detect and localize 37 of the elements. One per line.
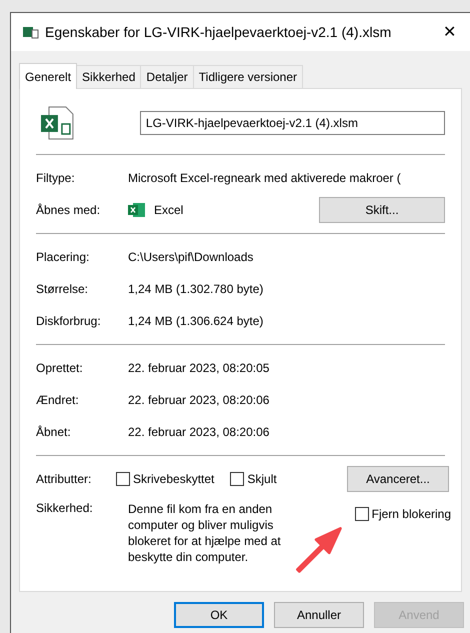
dialog-button[interactable]: Annuller — [274, 602, 364, 628]
file-name-field[interactable]: LG-VIRK-hjaelpevaerktoej-v2.1 (4).xlsm — [140, 111, 445, 135]
field-value: C:\Users\pif\Downloads — [128, 250, 254, 264]
field-value: 1,24 MB (1.306.624 byte) — [128, 314, 264, 328]
checkbox[interactable] — [230, 472, 244, 486]
field-label: Åbnet: — [36, 425, 72, 439]
field-label: Åbnes med: — [36, 203, 102, 217]
checkbox-label: Skrivebeskyttet — [133, 472, 214, 486]
field-label: Diskforbrug: — [36, 314, 102, 328]
field-value: 22. februar 2023, 08:20:05 — [128, 361, 270, 375]
field-label: Placering: — [36, 250, 90, 264]
field-value: 22. februar 2023, 08:20:06 — [128, 393, 270, 407]
checkbox-label: Skjult — [247, 472, 277, 486]
close-button[interactable]: ✕ — [429, 22, 470, 42]
field-label: Oprettet: — [36, 361, 84, 375]
field-label: Ændret: — [36, 393, 80, 407]
checkbox[interactable] — [354, 507, 369, 521]
checkbox[interactable] — [116, 472, 130, 486]
security-message: Denne fil kom fra en anden computer og bliver muligvis blokeret for at hjælpe med at beskytte din computer. — [128, 501, 282, 565]
spreadsheet-file-icon — [40, 106, 74, 140]
field-label: Filtype: — [36, 171, 76, 185]
field-value: 22. februar 2023, 08:20:06 — [128, 425, 270, 439]
field-value: 1,24 MB (1.302.780 byte) — [128, 282, 264, 296]
spreadsheet-app-icon — [128, 202, 146, 218]
tab[interactable]: Generelt — [19, 63, 78, 89]
window-title: Egenskaber for LG-VIRK-hjaelpevaerktoej-v2.1 (4).xlsm — [45, 24, 392, 40]
checkbox-label: Fjern blokering — [372, 507, 451, 521]
field-label: Attributter: — [36, 472, 92, 486]
dialog-button[interactable]: OK — [174, 602, 264, 628]
tab[interactable]: Tidligere versioner — [192, 65, 304, 88]
spreadsheet-file-icon — [23, 25, 39, 39]
change-button[interactable]: Skift... — [319, 197, 445, 223]
field-label: Sikkerhed: — [36, 501, 94, 515]
field-label: Størrelse: — [36, 282, 90, 296]
field-value: Microsoft Excel-regneark med aktiverede makroer ( — [128, 171, 401, 185]
field-value: Excel — [154, 203, 184, 217]
advanced-button[interactable]: Avanceret... — [347, 466, 449, 492]
